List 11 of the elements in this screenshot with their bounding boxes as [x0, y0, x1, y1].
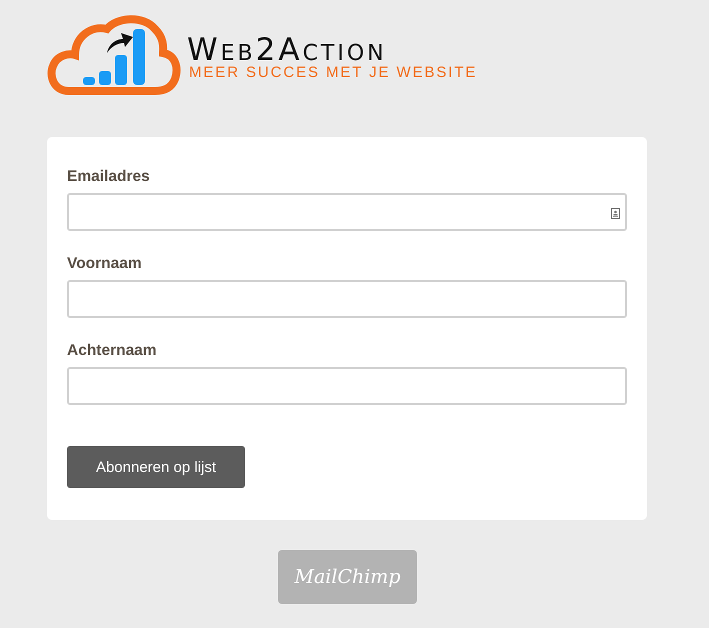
field-label: Voornaam — [67, 255, 143, 273]
subscribe-button[interactable]: Abonneren op lijst — [67, 446, 245, 488]
brand-name: Web2Action — [187, 34, 387, 64]
brand-tagline: MEER SUCCES MET JE WEBSITE — [189, 64, 478, 80]
field-label: Achternaam — [67, 342, 158, 360]
contact-card-icon[interactable] — [611, 208, 620, 219]
input-field[interactable] — [67, 280, 627, 318]
input-field[interactable] — [67, 193, 627, 231]
cloud-logo-icon — [47, 12, 181, 96]
input-field[interactable] — [67, 367, 627, 405]
field-label: Emailadres — [67, 168, 151, 186]
